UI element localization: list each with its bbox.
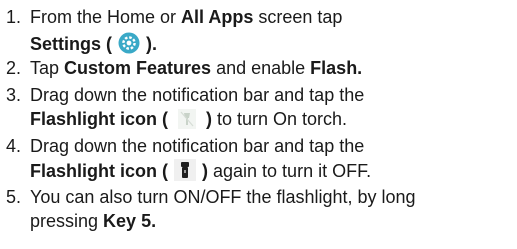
flashlight-on-icon bbox=[174, 159, 196, 187]
step-2: 2. Tap Custom Features and enable Flash. bbox=[6, 57, 362, 80]
step-text: Drag down the notification bar and tap t… bbox=[30, 136, 365, 156]
step-text: From the Home or bbox=[30, 7, 182, 27]
step-text: to turn On torch. bbox=[212, 109, 348, 129]
step-bold-text: Key 5. bbox=[103, 211, 157, 231]
step-bold-text: Flashlight icon ( bbox=[30, 161, 168, 181]
step-bold-text: Flashlight icon ( bbox=[30, 109, 168, 129]
step-text: again to turn it OFF. bbox=[208, 161, 372, 181]
instruction-list: 1. From the Home or All Apps screen tap S… bbox=[0, 0, 517, 249]
step-4: 4. Drag down the notification bar and tap… bbox=[6, 135, 364, 158]
step-text: You can also turn ON/OFF the flashlight,… bbox=[30, 187, 416, 207]
step-text: and enable bbox=[211, 58, 311, 78]
settings-gear-icon bbox=[118, 32, 140, 60]
step-bold-text: Settings ( bbox=[30, 34, 118, 54]
step-text: screen tap bbox=[253, 7, 343, 27]
step-bold-text: Flash. bbox=[310, 58, 363, 78]
step-number: 2. bbox=[6, 58, 22, 78]
step-1: 1. From the Home or All Apps screen tap bbox=[6, 6, 342, 29]
step-1-continuation: Settings ( ). bbox=[30, 32, 157, 60]
step-5-continuation: pressing Key 5. bbox=[30, 210, 156, 233]
step-4-continuation: Flashlight icon () again to turn it OFF. bbox=[30, 159, 371, 187]
step-5: 5. You can also turn ON/OFF the flashligh… bbox=[6, 186, 416, 209]
step-3-continuation: Flashlight icon () to turn On torch. bbox=[30, 108, 347, 135]
step-bold-text: All Apps bbox=[181, 7, 254, 27]
flashlight-off-icon bbox=[178, 109, 196, 135]
step-3: 3. Drag down the notification bar and tap… bbox=[6, 84, 364, 107]
step-bold-text: ). bbox=[141, 34, 158, 54]
step-text: Tap bbox=[30, 58, 65, 78]
step-number: 5. bbox=[6, 187, 22, 207]
step-number: 4. bbox=[6, 136, 22, 156]
step-bold-text: Custom Features bbox=[64, 58, 212, 78]
step-number: 3. bbox=[6, 85, 22, 105]
step-number: 1. bbox=[6, 7, 22, 27]
step-text: pressing bbox=[30, 211, 104, 231]
step-text: Drag down the notification bar and tap t… bbox=[30, 85, 365, 105]
